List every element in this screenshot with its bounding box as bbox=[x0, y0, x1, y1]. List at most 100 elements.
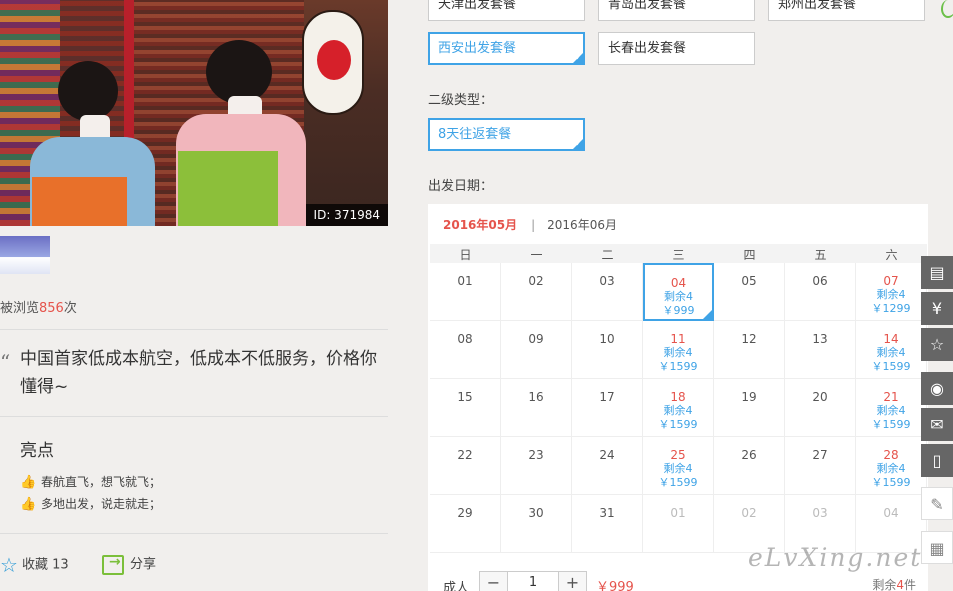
package-tianjin[interactable]: 天津出发套餐 bbox=[428, 0, 585, 21]
calendar-day[interactable]: 16 bbox=[501, 379, 572, 437]
weekday-label: 三 bbox=[672, 248, 685, 262]
day-number: 03 bbox=[599, 274, 615, 288]
day-number: 13 bbox=[812, 332, 828, 346]
thumbs-up-icon: 👍 bbox=[20, 497, 37, 512]
quote-icon: “ bbox=[0, 350, 11, 374]
view-prefix: 被浏览 bbox=[0, 301, 40, 316]
weekday-label: 五 bbox=[814, 248, 827, 262]
day-number: 30 bbox=[528, 506, 544, 520]
day-number: 03 bbox=[812, 506, 828, 520]
wechat-icon[interactable]: ✉ bbox=[921, 408, 953, 441]
calendar-day[interactable]: 17 bbox=[572, 379, 643, 437]
day-price: ￥1299 bbox=[871, 302, 911, 315]
calendar-day[interactable]: 06 bbox=[785, 263, 856, 321]
calendar-day[interactable]: 08 bbox=[430, 321, 501, 379]
calendar-day[interactable]: 20 bbox=[785, 379, 856, 437]
day-remaining: 剩余4 bbox=[664, 290, 693, 303]
increment-button[interactable]: + bbox=[558, 571, 587, 591]
share-button[interactable]: 分享 bbox=[102, 553, 156, 575]
calendar-day[interactable]: 24 bbox=[572, 437, 643, 495]
unit-price: ￥999 bbox=[596, 580, 634, 591]
highlight-item: 👍 春航直飞，想飞就飞； bbox=[20, 475, 162, 490]
calendar-day[interactable]: 18 剩余4 ￥1599 bbox=[643, 379, 714, 437]
day-number: 04 bbox=[883, 506, 899, 520]
departure-calendar: 2016年05月 | 2016年06月 日一二三四五六 01 02 03 04 剩余4 ￥99… bbox=[428, 204, 928, 591]
calendar-day[interactable]: 25 剩余4 ￥1599 bbox=[643, 437, 714, 495]
calendar-day[interactable]: 14 剩余4 ￥1599 bbox=[856, 321, 927, 379]
day-price: ￥999 bbox=[662, 304, 695, 317]
day-number: 20 bbox=[812, 390, 828, 404]
calendar-day[interactable]: 29 bbox=[430, 495, 501, 553]
day-number: 28 bbox=[883, 448, 899, 462]
pencil-icon[interactable]: ✎ bbox=[921, 487, 953, 520]
calendar-day[interactable]: 19 bbox=[714, 379, 785, 437]
calendar-day[interactable]: 15 bbox=[430, 379, 501, 437]
weekday-header: 日一二三四五六 bbox=[430, 244, 927, 263]
star-outline-icon: ☆ bbox=[0, 553, 18, 577]
day-price: ￥1599 bbox=[871, 418, 911, 431]
calendar-day[interactable]: 02 bbox=[501, 263, 572, 321]
day-number: 02 bbox=[741, 506, 757, 520]
day-price: ￥1599 bbox=[658, 360, 698, 373]
calendar-day[interactable]: 30 bbox=[501, 495, 572, 553]
calendar-day[interactable]: 12 bbox=[714, 321, 785, 379]
weekday-label: 四 bbox=[743, 248, 756, 262]
yen-icon[interactable]: ¥ bbox=[921, 292, 953, 325]
date-label: 出发日期： bbox=[428, 179, 494, 194]
mobile-icon[interactable]: ▯ bbox=[921, 444, 953, 477]
package-zhengzhou[interactable]: 郑州出发套餐 bbox=[768, 0, 925, 21]
calendar-day[interactable]: 31 bbox=[572, 495, 643, 553]
day-price: ￥1599 bbox=[871, 476, 911, 489]
weekday-label: 日 bbox=[459, 248, 472, 262]
day-number: 17 bbox=[599, 390, 615, 404]
package-xian[interactable]: 西安出发套餐 ✓ bbox=[428, 32, 585, 65]
calendar-day[interactable]: 26 bbox=[714, 437, 785, 495]
calendar-day[interactable]: 05 bbox=[714, 263, 785, 321]
highlights-title: 亮点 bbox=[20, 441, 54, 461]
calendar-day[interactable]: 09 bbox=[501, 321, 572, 379]
package-qingdao[interactable]: 青岛出发套餐 bbox=[598, 0, 755, 21]
check-icon: ✓ bbox=[575, 139, 582, 148]
calendar-day[interactable]: 13 bbox=[785, 321, 856, 379]
calendar-day[interactable]: 23 bbox=[501, 437, 572, 495]
check-icon: ✓ bbox=[575, 53, 582, 62]
calendar-day[interactable]: 11 剩余4 ￥1599 bbox=[643, 321, 714, 379]
day-number: 07 bbox=[883, 274, 899, 288]
site-watermark: eLvXing.net bbox=[748, 543, 923, 572]
day-number: 09 bbox=[528, 332, 544, 346]
qrcode-icon[interactable]: ▦ bbox=[921, 531, 953, 564]
calendar-day[interactable]: 21 剩余4 ￥1599 bbox=[856, 379, 927, 437]
thumbs-up-icon: 👍 bbox=[20, 475, 37, 490]
gallery-thumbnail[interactable] bbox=[0, 236, 50, 274]
view-number: 856 bbox=[39, 301, 64, 316]
star-icon[interactable]: ☆ bbox=[921, 328, 953, 361]
package-changchun[interactable]: 长春出发套餐 bbox=[598, 32, 755, 65]
subtype-8day[interactable]: 8天往返套餐 ✓ bbox=[428, 118, 585, 151]
weekday-label: 二 bbox=[601, 248, 614, 262]
calendar-day[interactable]: 28 剩余4 ￥1599 bbox=[856, 437, 927, 495]
calendar-day: 01 bbox=[643, 495, 714, 553]
image-id-tag: ID: 371984 bbox=[305, 204, 388, 226]
calendar-day[interactable]: 01 bbox=[430, 263, 501, 321]
day-number: 19 bbox=[741, 390, 757, 404]
calendar-day[interactable]: 10 bbox=[572, 321, 643, 379]
paper-lantern bbox=[302, 10, 364, 115]
decrement-button[interactable]: − bbox=[479, 571, 508, 591]
divider bbox=[0, 416, 388, 417]
day-remaining: 剩余4 bbox=[663, 404, 693, 417]
day-number: 23 bbox=[528, 448, 544, 462]
calendar-day[interactable]: 03 bbox=[572, 263, 643, 321]
calendar-day[interactable]: 07 剩余4 ￥1299 bbox=[856, 263, 927, 321]
favorite-button[interactable]: ☆ 收藏 13 bbox=[0, 553, 69, 577]
calendar-day[interactable]: 27 bbox=[785, 437, 856, 495]
calendar-day[interactable]: 22 bbox=[430, 437, 501, 495]
month-tab-may[interactable]: 2016年05月 bbox=[443, 218, 517, 232]
quantity-input[interactable]: 1 bbox=[508, 571, 558, 591]
calendar-day[interactable]: 04 剩余4 ￥999 ✓ bbox=[643, 263, 714, 321]
clipboard-icon[interactable]: ▤ bbox=[921, 256, 953, 289]
month-tab-june[interactable]: 2016年06月 bbox=[547, 218, 617, 232]
day-remaining: 剩余4 bbox=[876, 288, 906, 301]
day-number: 04 bbox=[670, 276, 687, 290]
remaining-stock: 剩余4件 bbox=[872, 578, 916, 591]
weibo-icon[interactable]: ◉ bbox=[921, 372, 953, 405]
